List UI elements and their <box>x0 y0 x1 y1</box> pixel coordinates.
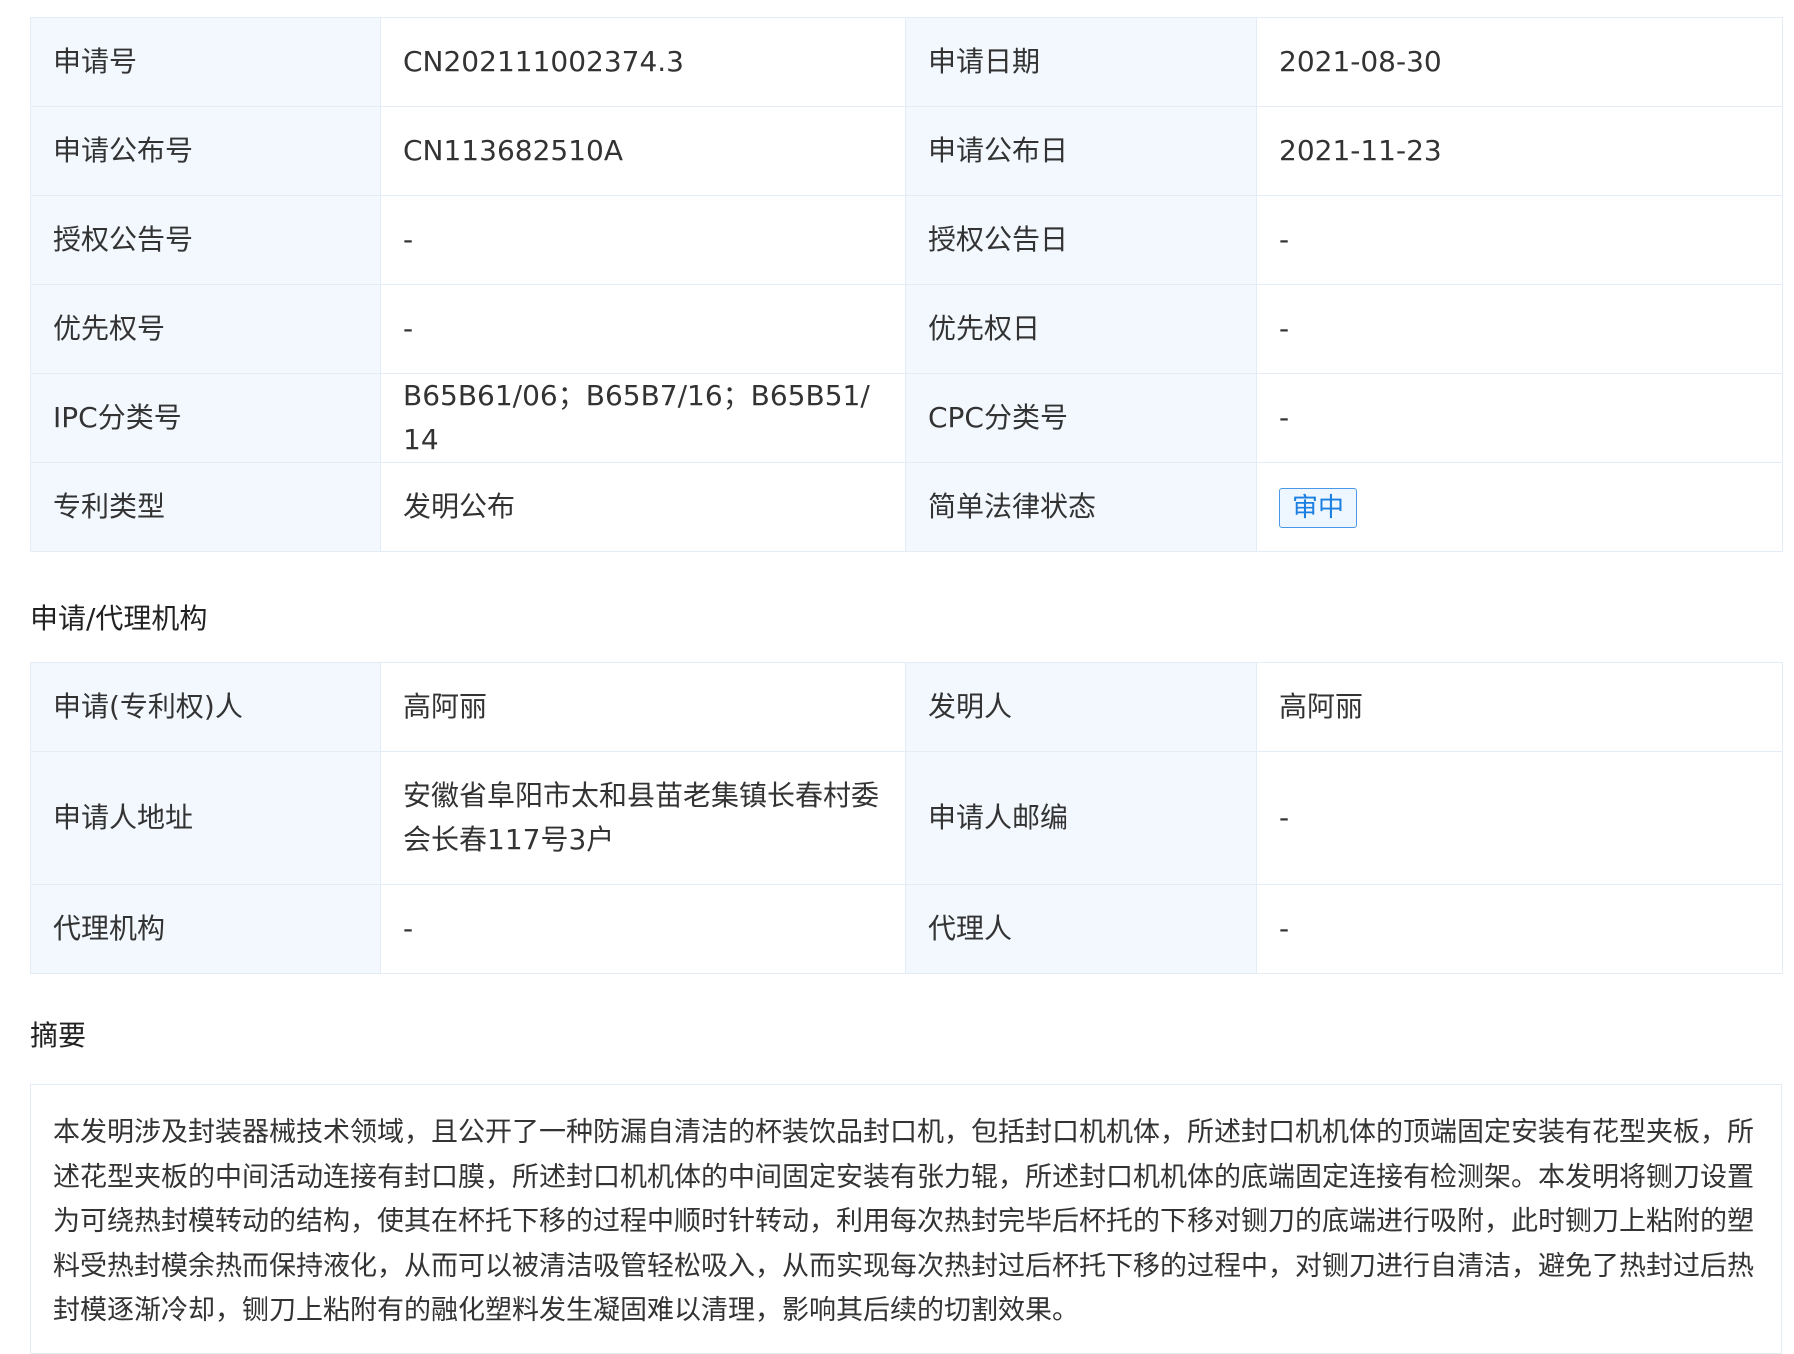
inventor-value: 高阿丽 <box>1256 662 1783 752</box>
application-date-label: 申请日期 <box>905 17 1257 107</box>
priority-number-value: - <box>380 284 906 374</box>
table-row: IPC分类号 B65B61/06；B65B7/16；B65B51/14 CPC分… <box>30 373 1783 463</box>
table-row: 申请号 CN202111002374.3 申请日期 2021-08-30 <box>30 17 1783 107</box>
agency-label: 代理机构 <box>30 884 381 974</box>
table-row: 申请公布号 CN113682510A 申请公布日 2021-11-23 <box>30 106 1783 196</box>
agency-table: 申请(专利权)人 高阿丽 发明人 高阿丽 申请人地址 安徽省阜阳市太和县苗老集镇… <box>30 662 1783 974</box>
table-row: 专利类型 发明公布 简单法律状态 审中 <box>30 462 1783 552</box>
table-row: 授权公告号 - 授权公告日 - <box>30 195 1783 285</box>
basic-info-table: 申请号 CN202111002374.3 申请日期 2021-08-30 申请公… <box>30 17 1783 552</box>
table-row: 申请(专利权)人 高阿丽 发明人 高阿丽 <box>30 662 1783 752</box>
priority-date-value: - <box>1256 284 1783 374</box>
agency-section-title: 申请/代理机构 <box>30 602 208 635</box>
cpc-label: CPC分类号 <box>905 373 1257 463</box>
application-date-value: 2021-08-30 <box>1256 17 1783 107</box>
ipc-value: B65B61/06；B65B7/16；B65B51/14 <box>380 373 906 463</box>
applicant-label: 申请(专利权)人 <box>30 662 381 752</box>
agent-label: 代理人 <box>905 884 1257 974</box>
status-badge: 审中 <box>1279 488 1358 528</box>
priority-date-label: 优先权日 <box>905 284 1257 374</box>
grant-number-label: 授权公告号 <box>30 195 381 285</box>
agent-value: - <box>1256 884 1783 974</box>
publication-date-value: 2021-11-23 <box>1256 106 1783 196</box>
applicant-postcode-label: 申请人邮编 <box>905 751 1257 885</box>
table-row: 优先权号 - 优先权日 - <box>30 284 1783 374</box>
priority-number-label: 优先权号 <box>30 284 381 374</box>
table-row: 申请人地址 安徽省阜阳市太和县苗老集镇长春村委会长春117号3户 申请人邮编 - <box>30 751 1783 885</box>
patent-type-label: 专利类型 <box>30 462 381 552</box>
legal-status-label: 简单法律状态 <box>905 462 1257 552</box>
agency-value: - <box>380 884 906 974</box>
grant-number-value: - <box>380 195 906 285</box>
patent-detail: 申请号 CN202111002374.3 申请日期 2021-08-30 申请公… <box>30 17 1783 1354</box>
application-number-label: 申请号 <box>30 17 381 107</box>
legal-status-cell: 审中 <box>1256 462 1783 552</box>
table-row: 代理机构 - 代理人 - <box>30 884 1783 974</box>
publication-number-label: 申请公布号 <box>30 106 381 196</box>
applicant-address-value: 安徽省阜阳市太和县苗老集镇长春村委会长春117号3户 <box>380 751 906 885</box>
publication-number-value: CN113682510A <box>380 106 906 196</box>
applicant-postcode-value: - <box>1256 751 1783 885</box>
cpc-value: - <box>1256 373 1783 463</box>
grant-date-value: - <box>1256 195 1783 285</box>
ipc-label: IPC分类号 <box>30 373 381 463</box>
patent-type-value: 发明公布 <box>380 462 906 552</box>
grant-date-label: 授权公告日 <box>905 195 1257 285</box>
applicant-address-label: 申请人地址 <box>30 751 381 885</box>
application-number-value: CN202111002374.3 <box>380 17 906 107</box>
applicant-value: 高阿丽 <box>380 662 906 752</box>
publication-date-label: 申请公布日 <box>905 106 1257 196</box>
inventor-label: 发明人 <box>905 662 1257 752</box>
abstract-text: 本发明涉及封装器械技术领域，且公开了一种防漏自清洁的杯装饮品封口机，包括封口机机… <box>30 1084 1782 1354</box>
abstract-section-title: 摘要 <box>30 1019 87 1052</box>
